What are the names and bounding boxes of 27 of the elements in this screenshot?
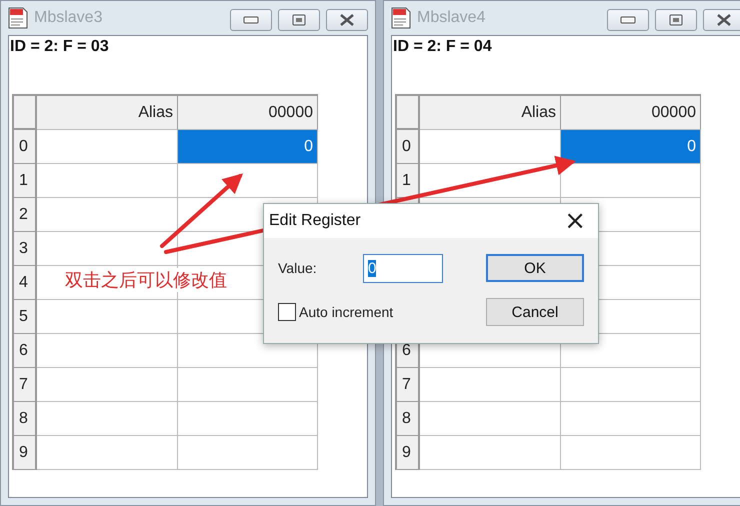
- row-header: 7: [397, 368, 420, 402]
- slave-info: ID = 2: F = 03: [9, 37, 110, 57]
- dialog-title: Edit Register: [269, 212, 361, 230]
- column-header: 00000: [178, 96, 318, 130]
- slave-info: ID = 2: F = 04: [392, 37, 493, 57]
- row-header: 4: [14, 266, 37, 300]
- row-header: 8: [397, 402, 420, 436]
- row-header: 2: [14, 198, 37, 232]
- window-title: Mbslave4: [417, 9, 486, 27]
- annotation-text: 双击之后可以修改值: [65, 268, 227, 292]
- row-header: 3: [14, 232, 37, 266]
- row-header: 9: [397, 436, 420, 470]
- window-title: Mbslave3: [34, 9, 104, 27]
- column-header: Alias: [37, 96, 178, 130]
- row-header: 1: [397, 164, 420, 198]
- row-header: 7: [14, 368, 37, 402]
- column-header: Alias: [420, 96, 561, 130]
- column-header: 00000: [561, 96, 701, 130]
- checkbox-label: Auto increment: [299, 304, 394, 320]
- row-header: 1: [14, 164, 37, 198]
- row-header: 0: [397, 130, 420, 164]
- value-label: Value:: [278, 260, 318, 276]
- row-header: 5: [14, 300, 37, 334]
- row-header: 8: [14, 402, 37, 436]
- row-header: 6: [14, 334, 37, 368]
- row-header: 9: [14, 436, 37, 470]
- row-header: 0: [14, 130, 37, 164]
